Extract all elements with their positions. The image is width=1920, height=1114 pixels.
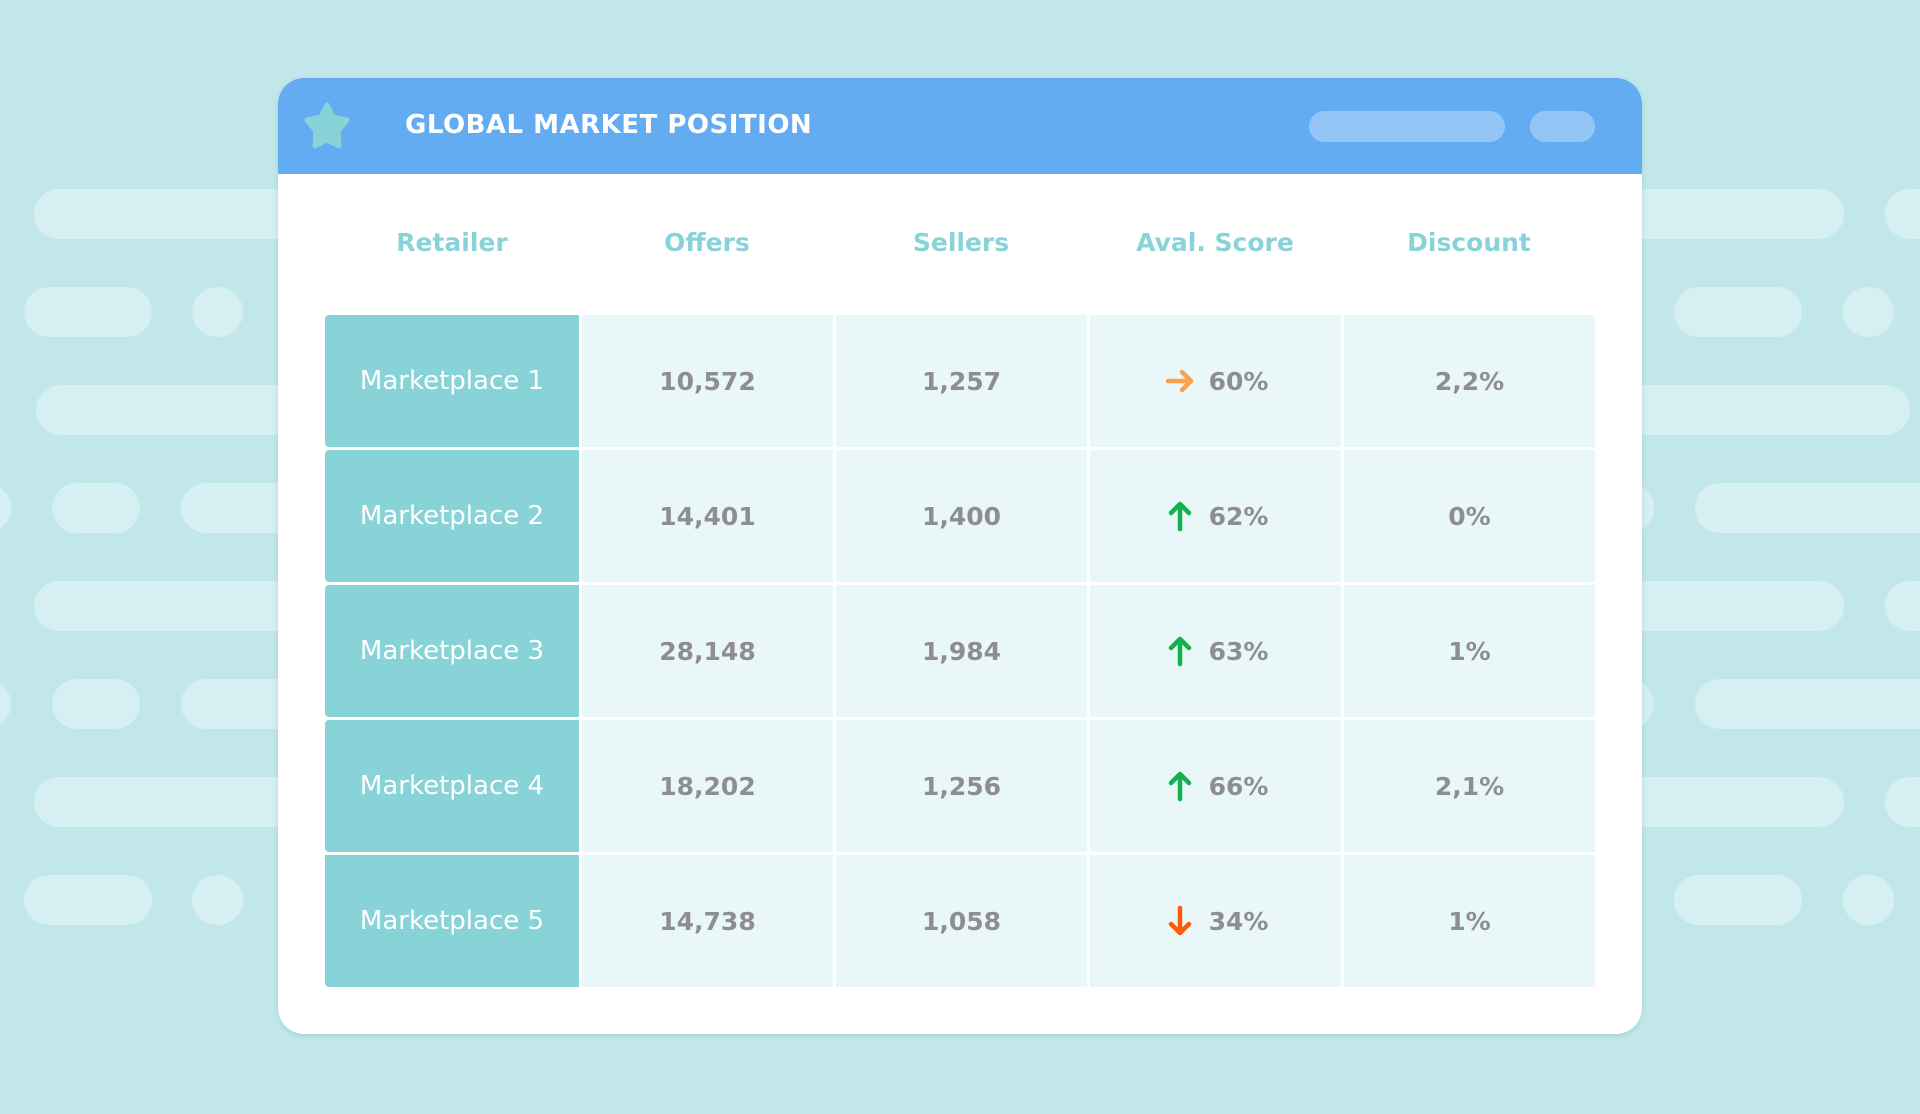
arrow-right-icon	[1165, 369, 1193, 393]
score-value: 60%	[1208, 366, 1269, 396]
column-header-score[interactable]: Aval. Score	[1088, 228, 1342, 257]
discount-cell: 1%	[1344, 585, 1595, 717]
offers-value: 10,572	[659, 366, 756, 396]
arrow-up-icon	[1168, 636, 1191, 667]
star-icon	[304, 102, 350, 149]
retailer-name: Marketplace 1	[359, 366, 545, 396]
score-cell: 63%	[1090, 585, 1341, 717]
bg-pill	[1885, 189, 1920, 239]
sellers-value: 1,257	[921, 366, 1002, 396]
bg-pill	[192, 287, 243, 337]
discount-cell: 2,2%	[1344, 315, 1595, 447]
arrow-up-icon	[1168, 771, 1191, 802]
discount-cell: 1%	[1344, 855, 1595, 987]
card-title: GLOBAL MARKET POSITION	[405, 110, 813, 140]
retailer-cell: Marketplace 1	[325, 315, 579, 447]
offers-value: 14,738	[659, 906, 756, 936]
score-value: 62%	[1208, 501, 1269, 531]
retailer-cell: Marketplace 3	[325, 585, 579, 717]
score-value: 66%	[1208, 771, 1269, 801]
bg-pill	[1695, 483, 1920, 533]
table-row[interactable]: Marketplace 5 14,738 1,058 34% 1%	[325, 855, 1595, 987]
discount-value: 1%	[1448, 906, 1491, 936]
sellers-cell: 1,058	[836, 855, 1087, 987]
bg-pill	[1674, 875, 1802, 925]
bg-pill	[24, 875, 152, 925]
column-header-offers[interactable]: Offers	[580, 228, 834, 257]
bg-pill	[1885, 581, 1920, 631]
sellers-cell: 1,257	[836, 315, 1087, 447]
column-header-sellers[interactable]: Sellers	[834, 228, 1088, 257]
arrow-up-icon	[1168, 501, 1191, 532]
market-position-card: GLOBAL MARKET POSITION Retailer Offers S…	[278, 78, 1642, 1034]
offers-cell: 14,401	[582, 450, 833, 582]
retailer-cell: Marketplace 2	[325, 450, 579, 582]
discount-value: 0%	[1448, 501, 1491, 531]
retailer-name: Marketplace 3	[359, 636, 545, 666]
bg-pill	[1695, 679, 1920, 729]
sellers-value: 1,400	[921, 501, 1002, 531]
header-action-button[interactable]	[1530, 111, 1595, 142]
bg-pill	[1885, 777, 1920, 827]
header-search-bar[interactable]	[1309, 111, 1505, 142]
bg-pill	[52, 483, 140, 533]
bg-pill	[24, 287, 152, 337]
retailer-name: Marketplace 2	[359, 501, 545, 531]
offers-value: 18,202	[659, 771, 756, 801]
arrow-down-icon	[1168, 905, 1191, 936]
retailer-name: Marketplace 5	[359, 906, 545, 936]
sellers-cell: 1,400	[836, 450, 1087, 582]
retailer-cell: Marketplace 4	[325, 720, 579, 852]
discount-cell: 2,1%	[1344, 720, 1595, 852]
discount-cell: 0%	[1344, 450, 1595, 582]
offers-cell: 18,202	[582, 720, 833, 852]
bg-pill	[1843, 287, 1894, 337]
offers-value: 14,401	[659, 501, 756, 531]
sellers-value: 1,256	[921, 771, 1002, 801]
bg-pill	[1674, 287, 1802, 337]
sellers-cell: 1,256	[836, 720, 1087, 852]
table-row[interactable]: Marketplace 3 28,148 1,984 63% 1%	[325, 585, 1595, 717]
score-cell: 34%	[1090, 855, 1341, 987]
sellers-cell: 1,984	[836, 585, 1087, 717]
column-header-discount[interactable]: Discount	[1342, 228, 1596, 257]
bg-pill	[0, 679, 11, 729]
retailer-name: Marketplace 4	[359, 771, 545, 801]
offers-cell: 10,572	[582, 315, 833, 447]
sellers-value: 1,984	[921, 636, 1002, 666]
table-row[interactable]: Marketplace 4 18,202 1,256 66% 2,1%	[325, 720, 1595, 852]
discount-value: 2,1%	[1434, 771, 1505, 801]
score-cell: 62%	[1090, 450, 1341, 582]
score-value: 34%	[1208, 906, 1269, 936]
discount-value: 1%	[1448, 636, 1491, 666]
table-row[interactable]: Marketplace 2 14,401 1,400 62% 0%	[325, 450, 1595, 582]
offers-cell: 28,148	[582, 585, 833, 717]
bg-pill	[52, 679, 140, 729]
table-row[interactable]: Marketplace 1 10,572 1,257 60% 2,2%	[325, 315, 1595, 447]
bg-pill	[1843, 875, 1894, 925]
score-cell: 60%	[1090, 315, 1341, 447]
offers-cell: 14,738	[582, 855, 833, 987]
bg-pill	[0, 483, 11, 533]
score-value: 63%	[1208, 636, 1269, 666]
card-header: GLOBAL MARKET POSITION	[278, 78, 1642, 174]
market-table: Marketplace 1 10,572 1,257 60% 2,2% Mark…	[325, 315, 1595, 988]
bg-pill	[192, 875, 243, 925]
column-header-retailer[interactable]: Retailer	[325, 228, 579, 257]
retailer-cell: Marketplace 5	[325, 855, 579, 987]
score-cell: 66%	[1090, 720, 1341, 852]
sellers-value: 1,058	[921, 906, 1002, 936]
offers-value: 28,148	[659, 636, 756, 666]
discount-value: 2,2%	[1434, 366, 1505, 396]
